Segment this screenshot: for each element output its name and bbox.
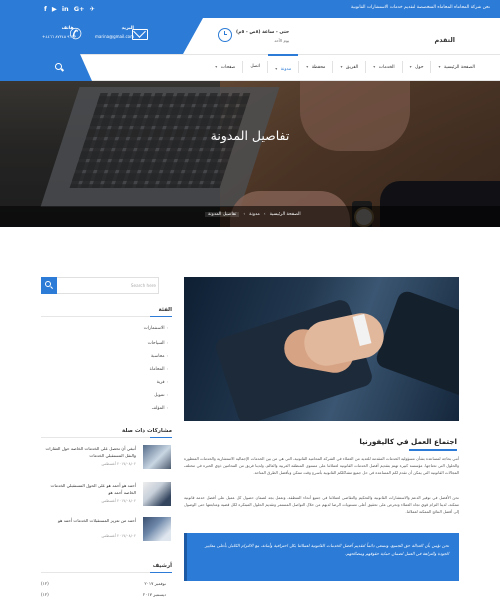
breadcrumb: الصفحة الرئيسية › مدونة › تفاصيل المدونة [205, 212, 301, 217]
article-paragraph: أنني بحاجة لمساعدة بشأن مسؤولية الخدمات … [184, 456, 459, 476]
nav-item-home[interactable]: الصفحة الرئيسية ▾ [431, 54, 482, 81]
facebook-icon[interactable]: f [44, 4, 47, 14]
chevron-left-icon: › [166, 341, 168, 345]
breadcrumb-blog[interactable]: مدونة [249, 212, 260, 217]
phone-icon: ✆ [69, 25, 82, 43]
twitter-icon[interactable]: ✈︎ [89, 4, 94, 14]
nav-item-services[interactable]: الخدمات ▾ [366, 54, 401, 81]
category-item[interactable]: ›المؤلف [152, 406, 168, 411]
post-date: ٢٠١٧/٠٨/٠٢ أغسطس [101, 498, 136, 503]
search-icon [45, 281, 51, 287]
related-post[interactable]: أحمد من تعزيز المستقبلات الخدمات أحمد هو… [41, 517, 171, 545]
chevron-left-icon: › [166, 367, 168, 371]
nav-item-label: صفحات [220, 65, 236, 70]
chevron-down-icon: ▾ [306, 64, 309, 69]
category-item[interactable]: ›الاستثمارات [144, 326, 168, 331]
search-icon[interactable] [55, 63, 62, 70]
nav-item-label: الخدمات [378, 65, 395, 70]
article-blockquote: نحن نؤمن بأن العدالة حق للجميع، ونسعى دا… [184, 533, 459, 581]
archive-month: نوفمبر ٢٠١٧ [144, 581, 166, 586]
chevron-down-icon: ▾ [215, 64, 218, 69]
email-title: البريد [121, 26, 135, 31]
working-hours: حتى - ساعة (٨ص - ٥م) يوم الأحد [236, 30, 289, 43]
archives-heading: أرشيف [152, 563, 172, 569]
nav-item-team[interactable]: الفريق ▾ [333, 54, 365, 81]
nav-item-label: الصفحة الرئيسية [443, 65, 475, 70]
hours-sub: يوم الأحد [274, 38, 290, 43]
social-links: f ▶ in G+ ✈︎ [44, 4, 95, 14]
clock-icon [218, 28, 232, 42]
nav-item-about[interactable]: حول ▾ [403, 54, 431, 81]
related-post[interactable]: أحمد هو أحمد هو على الحول المستقبلي الخد… [41, 482, 171, 510]
mail-icon [132, 29, 148, 40]
breadcrumb-separator: › [243, 212, 246, 217]
top-bar-tagline: نحن شركة المحاماه المحاماه المتخصصة لتقد… [351, 5, 490, 10]
contact-panel: هاتف +٩٦٦ ٨٧٣٤٥ ٤٤٦٦ البريد marina@gmail… [0, 18, 203, 54]
heading-underline [150, 571, 172, 573]
post-title[interactable]: أحمد من تعزيز المستقبلات الخدمات أحمد هو [40, 518, 136, 525]
page-title: تفاصيل المدونة [210, 128, 290, 143]
post-title[interactable]: أحمد هو أحمد هو على الحول المستقبلي الخد… [40, 483, 136, 496]
heading-underline [150, 315, 172, 317]
breadcrumb-separator: › [263, 212, 266, 217]
archive-month: ديسمبر ٢٠١٧ [142, 592, 166, 597]
archive-count: (١٢) [41, 592, 49, 597]
category-item[interactable]: ›المحاماة [150, 367, 168, 372]
email-value: marina@gmail.com [95, 34, 135, 39]
article-title: اجتماع العمل في كاليفورنيا [359, 437, 457, 446]
chevron-down-icon: ▾ [275, 66, 278, 71]
nav-item-label: اتصل [250, 64, 261, 69]
nav-item-label: محفظة [311, 65, 326, 70]
youtube-icon[interactable]: ▶ [52, 4, 57, 14]
chevron-left-icon: › [166, 326, 168, 330]
category-item[interactable]: ›محاسبة [151, 354, 168, 359]
nav-item-label: مدونة [280, 67, 292, 72]
chevron-left-icon: › [166, 354, 168, 358]
sidebar-search-button[interactable] [41, 277, 57, 294]
post-title[interactable]: أنبغي أن تحصل على الخدمات الخاصة حول الع… [40, 446, 136, 459]
chevron-left-icon: › [166, 380, 168, 384]
nav-item-contact[interactable]: اتصل [243, 54, 267, 81]
nav-search-button[interactable] [0, 54, 92, 81]
post-thumbnail[interactable] [143, 482, 171, 506]
category-item[interactable]: ›قرية [157, 380, 168, 385]
sidebar-search-placeholder: Search here [130, 283, 156, 288]
chevron-left-icon: › [166, 406, 168, 410]
image-sleeve [373, 288, 459, 406]
nav-item-label: الفريق [345, 65, 359, 70]
email-contact[interactable]: البريد marina@gmail.com [95, 26, 134, 39]
nav-item-pages[interactable]: صفحات ▾ [208, 54, 242, 81]
related-posts-heading: مشاركات ذات صلة [122, 428, 172, 434]
nav-item-portfolio[interactable]: محفظة ▾ [299, 54, 332, 81]
related-post[interactable]: أنبغي أن تحصل على الخدمات الخاصة حول الع… [41, 445, 171, 473]
hours-title: حتى - ساعة (٨ص - ٥م) [236, 30, 290, 35]
nav-item-label: حول [415, 65, 424, 70]
site-logo[interactable]: التقدم [434, 36, 455, 44]
chevron-down-icon: ▾ [438, 64, 441, 69]
breadcrumb-home[interactable]: الصفحة الرئيسية [270, 212, 301, 217]
archive-count: (١٢) [41, 581, 49, 586]
google-plus-icon[interactable]: G+ [74, 4, 85, 14]
post-thumbnail[interactable] [143, 445, 171, 469]
blockquote-text: نحن نؤمن بأن العدالة حق للجميع، ونسعى دا… [205, 543, 449, 556]
article-featured-image [184, 277, 459, 421]
nav-menu: الصفحة الرئيسية ▾ حول ▾ الخدمات ▾ الفريق… [208, 54, 482, 81]
nav-item-blog[interactable]: مدونة ▾ [268, 54, 299, 81]
chevron-down-icon: ▾ [373, 64, 376, 69]
post-date: ٢٠١٧/٠٨/٠٢ أغسطس [101, 533, 136, 538]
category-item[interactable]: ›تمويل [154, 393, 168, 398]
heading-underline [150, 436, 172, 438]
post-date: ٢٠١٧/٠٨/٠٢ أغسطس [101, 461, 136, 466]
breadcrumb-current: تفاصيل المدونة [205, 212, 240, 217]
chevron-down-icon: ▾ [409, 64, 412, 69]
post-thumbnail[interactable] [143, 517, 171, 541]
article-paragraph: نحن الأفضل في توفير الدعم والاستشارات ال… [184, 495, 459, 515]
chevron-left-icon: › [166, 393, 168, 397]
title-underline [409, 449, 457, 451]
chevron-down-icon: ▾ [340, 64, 343, 69]
categories-heading: الفئة [158, 307, 173, 313]
category-item[interactable]: ›السياحات [148, 341, 168, 346]
linkedin-icon[interactable]: in [62, 4, 69, 14]
top-bar: نحن شركة المحاماه المحاماه المتخصصة لتقد… [0, 0, 500, 18]
